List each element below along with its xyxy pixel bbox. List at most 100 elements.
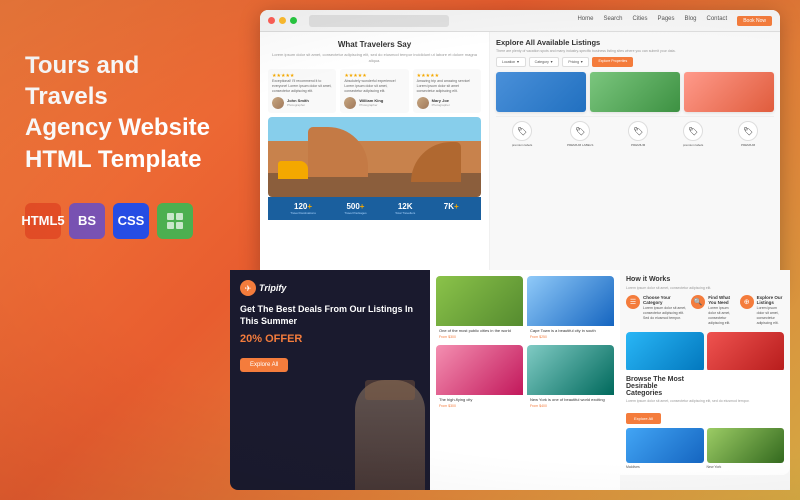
dest-card-1[interactable]: One of the most public cities in the wor…	[436, 276, 523, 341]
testimonials-section: What Travelers Say Lorem ipsum dolor sit…	[260, 32, 490, 290]
listing-card-3	[684, 72, 774, 112]
how-it-works: How it Works Lorem ipsum dolor sit amet,…	[626, 276, 784, 326]
author-role-3: Photographer	[432, 103, 450, 107]
listing-grid	[496, 72, 774, 112]
bootstrap-badge: BS	[69, 203, 105, 239]
cat-photo-2	[707, 428, 785, 463]
cat-photo-label-2: New York	[707, 465, 785, 469]
desert-rock-right	[411, 142, 461, 182]
listing-img-3	[684, 72, 774, 112]
step-icon-3: ⊕	[740, 295, 754, 309]
stat-extra: 7K+	[444, 202, 459, 215]
author-role-1: Photographer	[287, 103, 309, 107]
premium-item-1: 🏷 premium labels	[512, 121, 532, 147]
premium-icon-5: 🏷	[738, 121, 758, 141]
step-text-3: Lorem ipsum dolor sit amet, consectetur …	[757, 306, 784, 326]
rb-photo-2	[707, 332, 785, 372]
stats-bar: 120+ Travel Destinations 500+ Travel Pac…	[268, 197, 481, 220]
premium-text-1: premium labels	[512, 143, 532, 147]
tripify-name: Tripify	[259, 283, 286, 293]
promo-offer: 20% OFFER	[240, 333, 420, 345]
cat-photo-1	[626, 428, 704, 463]
nav-blog[interactable]: Blog	[685, 16, 697, 26]
premium-text-5: PREMIUM	[738, 143, 758, 147]
stat-num-destinations: 120+	[290, 202, 316, 211]
premium-item-3: 🏷 PREMIUM	[628, 121, 648, 147]
how-step-2: 🔍 Find What You Need Lorem ipsum dolor s…	[691, 295, 735, 326]
stat-num-packages: 500+	[344, 202, 366, 211]
testimonial-text-2: Absolutely wonderful experience! Lorem i…	[344, 79, 404, 94]
step-title-1: Choose Your Category	[643, 295, 687, 305]
premium-text-2: PREMIUM LABELS	[567, 143, 593, 147]
step-content-2: Find What You Need Lorem ipsum dolor sit…	[708, 295, 735, 326]
listings-desc: There are plenty of vacation spots and m…	[496, 49, 774, 53]
testimonials-title: What Travelers Say	[268, 40, 481, 49]
cat-photo-container-1: Maldives	[626, 428, 704, 469]
stat-label-travellers: Total Travellers	[395, 211, 415, 215]
dest-img-4	[527, 345, 614, 395]
filter-location[interactable]: Location ▼	[496, 57, 526, 67]
promo-title: Get The Best Deals From Our Listings In …	[240, 304, 420, 327]
step-text-2: Lorem ipsum dolor sit amet, consectetur …	[708, 306, 735, 326]
stat-packages: 500+ Travel Packages	[344, 202, 366, 215]
dest-img-2	[527, 276, 614, 326]
dest-price-2: From $250	[527, 335, 614, 341]
listing-card-2	[590, 72, 680, 112]
step-content-1: Choose Your Category Lorem ipsum dolor s…	[643, 295, 687, 321]
browser-dot-red	[268, 17, 275, 24]
explore-properties-button[interactable]: Explore Properties	[592, 57, 633, 67]
nav-search[interactable]: Search	[603, 16, 622, 26]
browser-dot-yellow	[279, 17, 286, 24]
browser-bar: Home Search Cities Pages Blog Contact Bo…	[260, 10, 780, 32]
dest-img-3	[436, 345, 523, 395]
dest-label-4: New York is one of beautiful world excit…	[527, 395, 614, 404]
nav-cities[interactable]: Cities	[632, 16, 647, 26]
dest-card-3[interactable]: The high-flying city From $300	[436, 345, 523, 410]
premium-item-2: 🏷 PREMIUM LABELS	[567, 121, 593, 147]
premium-item-5: 🏷 PREMIUM	[738, 121, 758, 147]
nav-pages[interactable]: Pages	[657, 16, 674, 26]
premium-icon-3: 🏷	[628, 121, 648, 141]
testimonial-author-3: Mary Joe Photographer	[417, 97, 477, 109]
filter-category[interactable]: Category ▼	[529, 57, 560, 67]
listing-card-1	[496, 72, 586, 112]
avatar-1	[272, 97, 284, 109]
premium-text-4: premium labels	[683, 143, 703, 147]
promo-section: ✈ Tripify Get The Best Deals From Our Li…	[230, 270, 430, 490]
testimonial-author-2: William King Photographer	[344, 97, 404, 109]
desert-van	[278, 161, 308, 179]
premium-icon-2: 🏷	[570, 121, 590, 141]
premium-text-3: PREMIUM	[628, 143, 648, 147]
how-it-works-title: How it Works	[626, 276, 784, 283]
testimonial-card-2: ★★★★★ Absolutely wonderful experience! L…	[340, 69, 408, 113]
author-info-1: John Smith Photographer	[287, 98, 309, 107]
testimonial-cards: ★★★★★ Exceptional! I'll recommend it to …	[268, 69, 481, 113]
html5-badge: HTML5	[25, 203, 61, 239]
how-steps: ☰ Choose Your Category Lorem ipsum dolor…	[626, 295, 784, 326]
categories-title: Browse The MostDesirableCategories	[626, 376, 784, 397]
dest-card-2[interactable]: Cape Town is a beautiful city in south F…	[527, 276, 614, 341]
promo-explore-button[interactable]: Explore All	[240, 358, 288, 372]
filter-pricing[interactable]: Pricing ▼	[562, 57, 589, 67]
browser-nav: Home Search Cities Pages Blog Contact Bo…	[577, 16, 772, 26]
testimonial-card-3: ★★★★★ Amazing trip and amazing service! …	[413, 69, 481, 113]
stat-label-destinations: Travel Destinations	[290, 211, 316, 215]
avatar-2	[344, 97, 356, 109]
testimonial-card-1: ★★★★★ Exceptional! I'll recommend it to …	[268, 69, 336, 113]
categories-desc: Lorem ipsum dolor sit amet, consectetur …	[626, 399, 784, 403]
step-title-2: Find What You Need	[708, 295, 735, 305]
book-now-button[interactable]: Book Now	[737, 16, 772, 26]
dest-card-4[interactable]: New York is one of beautiful world excit…	[527, 345, 614, 410]
destinations-section: One of the most public cities in the wor…	[430, 270, 620, 490]
testimonial-text-3: Amazing trip and amazing service! Lorem …	[417, 79, 477, 94]
premium-item-4: 🏷 premium labels	[683, 121, 703, 147]
testimonial-author-1: John Smith Photographer	[272, 97, 332, 109]
dest-label-2: Cape Town is a beautiful city in south	[527, 326, 614, 335]
left-panel: Tours and TravelsAgency WebsiteHTML Temp…	[0, 0, 240, 500]
rb-photo-1	[626, 332, 704, 372]
nav-contact[interactable]: Contact	[707, 16, 728, 26]
categories-explore-button[interactable]: Explore All	[626, 413, 661, 424]
browser-mockup: Home Search Cities Pages Blog Contact Bo…	[230, 10, 800, 490]
premium-icon-1: 🏷	[512, 121, 532, 141]
nav-home[interactable]: Home	[577, 16, 593, 26]
